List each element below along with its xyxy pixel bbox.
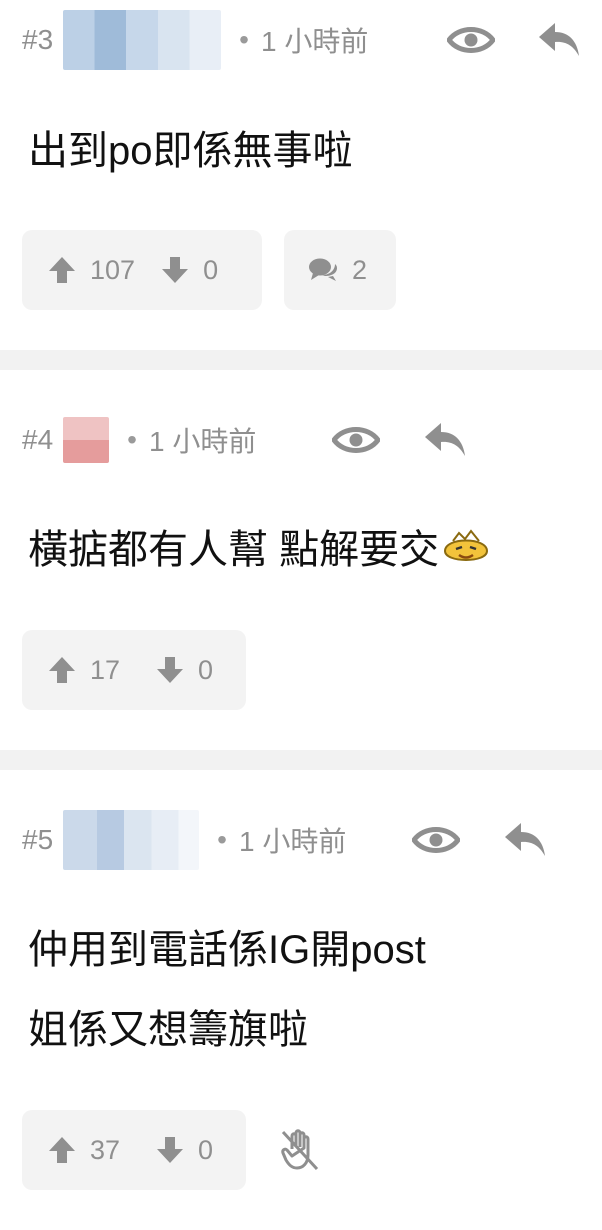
post-3: #3 • 1 小時前 出到po即係無事啦 107 0 2	[0, 0, 602, 350]
post-meta: #4 • 1 小時前	[22, 417, 257, 463]
comment-bubbles-icon	[309, 258, 337, 281]
content-text: 橫掂都有人幫 點解要交	[28, 528, 440, 572]
muted-hand-icon[interactable]	[280, 1128, 320, 1172]
post-content: 仲用到電話係IG開post 姐係又想籌旗啦	[28, 910, 426, 1070]
post-content: 出到po即係無事啦	[28, 111, 353, 191]
upvote-count: 107	[90, 254, 136, 285]
post-4: #4 • 1 小時前 橫掂都有人幫 點解要交 17 0	[0, 370, 602, 750]
upvote-count: 17	[90, 654, 121, 685]
thumb-up-arrow-icon	[49, 657, 75, 683]
blurred-username	[63, 810, 200, 870]
eye-icon[interactable]	[446, 20, 496, 60]
post-meta: #3 • 1 小時前	[22, 10, 369, 70]
content-line: 橫掂都有人幫 點解要交	[28, 510, 493, 594]
post-time: 1 小時前	[148, 426, 257, 457]
reply-count: 2	[352, 254, 368, 285]
eye-icon[interactable]	[411, 820, 461, 860]
post-separator	[0, 750, 602, 770]
post-number: #3	[22, 24, 54, 55]
post-time: 1 小時前	[260, 26, 369, 57]
eye-icon[interactable]	[331, 420, 381, 460]
vote-box: 37 0	[22, 1110, 246, 1190]
content-line: 仲用到電話係IG開post	[28, 928, 426, 972]
downvote-count: 0	[203, 254, 219, 285]
upvote-button[interactable]: 17	[48, 655, 120, 686]
vote-box: 17 0	[22, 630, 246, 710]
thumb-down-arrow-icon	[157, 1137, 184, 1163]
laughing-face-emoji-icon	[439, 514, 493, 594]
meta-dot: •	[127, 424, 137, 455]
thumb-up-arrow-icon	[49, 257, 75, 283]
downvote-button[interactable]: 0	[156, 1135, 213, 1166]
downvote-button[interactable]: 0	[156, 655, 213, 686]
upvote-count: 37	[90, 1134, 121, 1165]
replies-box[interactable]: 2	[284, 230, 396, 310]
blurred-username	[63, 10, 222, 70]
upvote-button[interactable]: 37	[48, 1135, 120, 1166]
replies-inner: 2	[308, 255, 367, 286]
post-number: #5	[22, 824, 54, 855]
reply-arrow-icon[interactable]	[502, 820, 548, 860]
downvote-count: 0	[198, 654, 214, 685]
post-separator	[0, 350, 602, 370]
post-meta: #5 • 1 小時前	[22, 810, 347, 870]
meta-dot: •	[239, 24, 249, 55]
reply-arrow-icon[interactable]	[536, 20, 582, 60]
meta-dot: •	[217, 824, 227, 855]
thumb-down-arrow-icon	[157, 657, 184, 683]
vote-box: 107 0	[22, 230, 262, 310]
thumb-up-arrow-icon	[49, 1137, 75, 1163]
reply-arrow-icon[interactable]	[422, 420, 468, 460]
post-5: #5 • 1 小時前 仲用到電話係IG開post 姐係又想籌旗啦 37 0	[0, 770, 602, 1230]
post-number: #4	[22, 424, 54, 455]
blurred-username	[63, 417, 110, 463]
content-line: 姐係又想籌旗啦	[28, 1008, 308, 1052]
downvote-button[interactable]: 0	[161, 255, 218, 286]
content-line: 出到po即係無事啦	[28, 129, 353, 173]
downvote-count: 0	[198, 1134, 214, 1165]
thumb-down-arrow-icon	[162, 257, 189, 283]
upvote-button[interactable]: 107	[48, 255, 135, 286]
post-time: 1 小時前	[238, 826, 347, 857]
post-content: 橫掂都有人幫 點解要交	[28, 510, 493, 594]
